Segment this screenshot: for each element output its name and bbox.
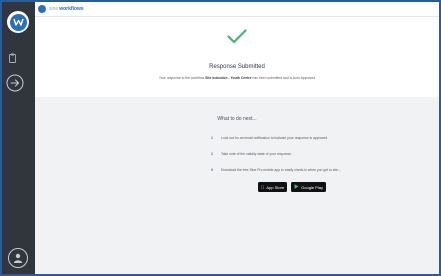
google-play-button[interactable]: Google Play xyxy=(291,182,326,192)
google-play-label: Google Play xyxy=(297,184,323,190)
step-text: Download the free Sine Pro mobile app to… xyxy=(221,168,341,172)
list-item: 3 Download the free Sine Pro mobile app … xyxy=(211,162,431,178)
google-play-icon xyxy=(294,184,299,190)
sine-logo-icon[interactable] xyxy=(7,11,29,33)
sine-workflows-logo-icon xyxy=(38,5,46,13)
step-number: 1 xyxy=(211,136,213,140)
submission-title: Response Submitted xyxy=(209,64,265,70)
list-item: 2 Take note of the validity state of you… xyxy=(211,146,431,162)
workflow-name: Site Induction - Youth Centre xyxy=(205,76,252,80)
brand-prefix: sine xyxy=(49,6,59,12)
sidebar xyxy=(2,2,35,274)
app-window: sine workflows Response Submitted Your r… xyxy=(2,2,439,274)
app-store-label: App Store xyxy=(263,184,284,190)
submission-message: Your response to the workflow Site Induc… xyxy=(35,76,439,80)
check-icon xyxy=(227,29,247,49)
step-number: 3 xyxy=(211,168,213,172)
main-content: sine workflows Response Submitted Your r… xyxy=(35,2,439,274)
apple-icon:  xyxy=(261,185,264,190)
next-steps-title: What to do next... xyxy=(217,116,257,122)
submission-panel: Response Submitted Your response to the … xyxy=(35,17,439,97)
topbar: sine workflows xyxy=(35,2,439,17)
submission-message-prefix: Your response to the workflow xyxy=(158,76,206,80)
list-item: 1 Look out for an email notification to … xyxy=(211,130,431,146)
app-store-badges:  App Store Google Play xyxy=(258,182,330,192)
next-steps-list: 1 Look out for an email notification to … xyxy=(211,130,431,178)
submission-message-suffix: has been submitted and is Auto Approved xyxy=(251,76,316,80)
sign-out-icon[interactable] xyxy=(6,74,24,97)
app-store-button[interactable]:  App Store xyxy=(258,182,288,192)
brand-name: workflows xyxy=(59,6,84,12)
step-number: 2 xyxy=(211,152,213,156)
user-icon[interactable] xyxy=(8,248,28,268)
clipboard-icon[interactable] xyxy=(8,50,17,68)
step-text: Take note of the validity state of your … xyxy=(221,152,292,156)
step-text: Look out for an email notification to in… xyxy=(221,136,329,140)
